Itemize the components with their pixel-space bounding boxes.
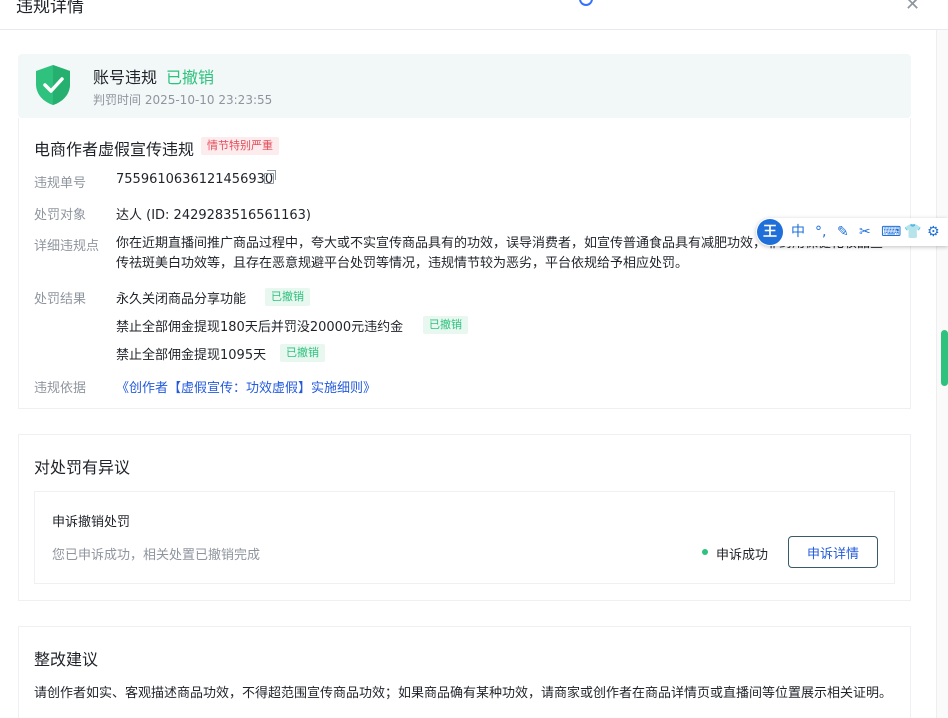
violation-detail-label: 详细违规点: [34, 239, 100, 254]
ime-settings-icon[interactable]: ⚙: [927, 222, 940, 242]
severity-tag: 情节特别严重: [201, 137, 279, 155]
penalty-target-value: 达人 (ID: 2429283516561163): [116, 208, 311, 223]
appeal-heading: 对处罚有异议: [34, 458, 131, 477]
ime-chinese-mode-icon[interactable]: 中: [791, 222, 805, 242]
ime-punctuation-icon[interactable]: °,: [815, 222, 826, 242]
ime-screenshot-icon[interactable]: ✂: [859, 222, 871, 242]
revoked-tag: 已撤销: [280, 344, 325, 362]
violation-basis-link[interactable]: 《创作者【虚假宣传：功效虚假】实施细则》: [116, 377, 376, 396]
appeal-description: 您已申诉成功，相关处置已撤销完成: [52, 548, 261, 563]
violation-title: 电商作者虚假宣传违规: [34, 140, 195, 159]
status-badge: 已撤销: [166, 68, 215, 87]
rectify-heading: 整改建议: [34, 650, 99, 669]
ime-logo-icon[interactable]: 王: [757, 219, 783, 245]
copy-icon[interactable]: [264, 170, 276, 184]
close-icon[interactable]: ✕: [905, 0, 920, 15]
violation-basis-label: 违规依据: [34, 381, 87, 396]
penalty-result-item: 禁止全部佣金提现180天后并罚没20000元违约金: [116, 320, 404, 335]
ime-skin-icon[interactable]: 👕: [904, 222, 921, 242]
revoked-tag: 已撤销: [423, 316, 468, 334]
loading-indicator-icon: [579, 0, 593, 6]
violation-id-value: 7559610636121456930: [116, 172, 274, 187]
appeal-status: 申诉成功: [716, 548, 769, 563]
revoked-tag: 已撤销: [265, 288, 310, 306]
modal-title: 违规详情: [16, 0, 84, 17]
appeal-detail-button[interactable]: 申诉详情: [788, 536, 878, 568]
shield-check-icon: [36, 65, 70, 105]
scrollbar-thumb[interactable]: [941, 330, 948, 386]
ime-handwrite-icon[interactable]: ✎: [837, 222, 849, 242]
penalty-time: 判罚时间 2025-10-10 23:23:55: [93, 93, 273, 107]
violation-id-label: 违规单号: [34, 176, 87, 191]
status-title: 账号违规: [93, 68, 158, 87]
penalty-target-label: 处罚对象: [34, 208, 87, 223]
penalty-result-item: 禁止全部佣金提现1095天: [116, 348, 267, 363]
rectify-card: [18, 626, 911, 718]
appeal-title: 申诉撤销处罚: [52, 515, 131, 530]
modal-header: 违规详情 ✕: [0, 0, 948, 30]
success-dot-icon: [702, 549, 708, 555]
appeal-panel: [34, 491, 895, 584]
rectify-text: 请创作者如实、客观描述商品功效，不得超范围宣传商品功效；如果商品确有某种功效，请…: [34, 686, 893, 701]
ime-keyboard-icon[interactable]: ⌨: [881, 222, 901, 242]
penalty-result-item: 永久关闭商品分享功能: [116, 292, 247, 307]
penalty-result-label: 处罚结果: [34, 292, 87, 307]
